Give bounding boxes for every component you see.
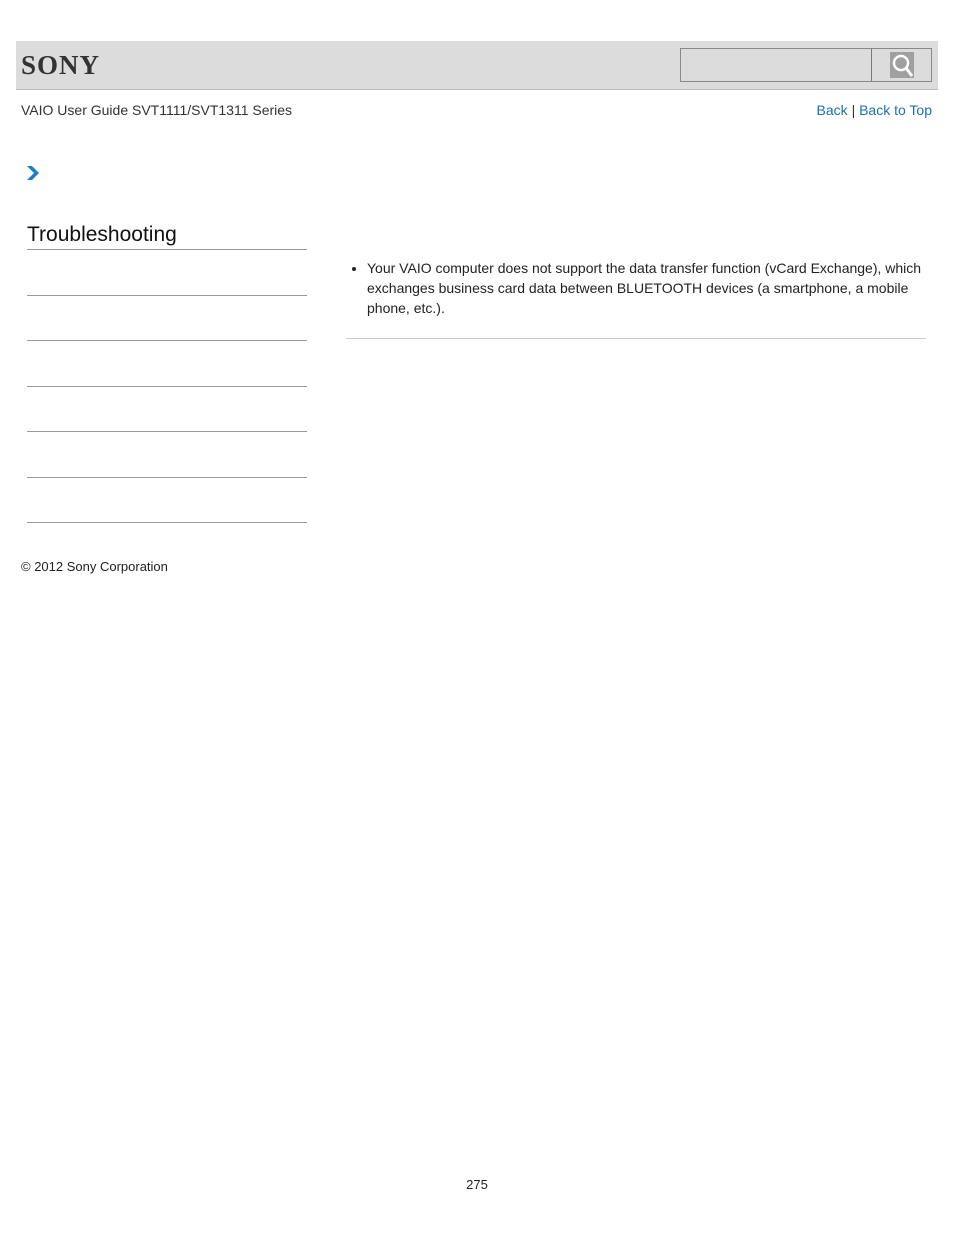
copyright: © 2012 Sony Corporation	[21, 559, 168, 574]
top-links: Back | Back to Top	[817, 102, 932, 118]
search-input[interactable]	[681, 49, 872, 81]
sidebar-item-divider	[27, 386, 307, 387]
sidebar-title: Troubleshooting	[27, 223, 307, 250]
sidebar-item-divider	[27, 295, 307, 296]
back-link[interactable]: Back	[817, 102, 848, 118]
link-separator: |	[851, 102, 856, 118]
list-item-text: Your VAIO computer does not support the …	[367, 260, 922, 316]
sidebar-item-divider	[27, 431, 307, 432]
page-number: 275	[466, 1177, 488, 1192]
main-content: Your VAIO computer does not support the …	[346, 258, 926, 318]
sidebar-item-divider	[27, 522, 307, 523]
content-divider	[346, 338, 926, 339]
chevron-right-icon[interactable]	[26, 165, 40, 186]
search-button[interactable]	[872, 49, 931, 81]
header-bar: SONY	[16, 41, 938, 90]
sidebar-item-divider	[27, 340, 307, 341]
bullet-list: Your VAIO computer does not support the …	[346, 258, 926, 318]
sony-logo: SONY	[21, 50, 101, 80]
guide-title: VAIO User Guide SVT1111/SVT1311 Series	[21, 102, 293, 118]
bullet-icon	[352, 267, 356, 271]
back-to-top-link[interactable]: Back to Top	[859, 102, 932, 118]
sidebar-item-divider	[27, 477, 307, 478]
magnifier-icon	[889, 52, 914, 78]
search-box	[680, 48, 932, 82]
list-item: Your VAIO computer does not support the …	[352, 258, 926, 318]
